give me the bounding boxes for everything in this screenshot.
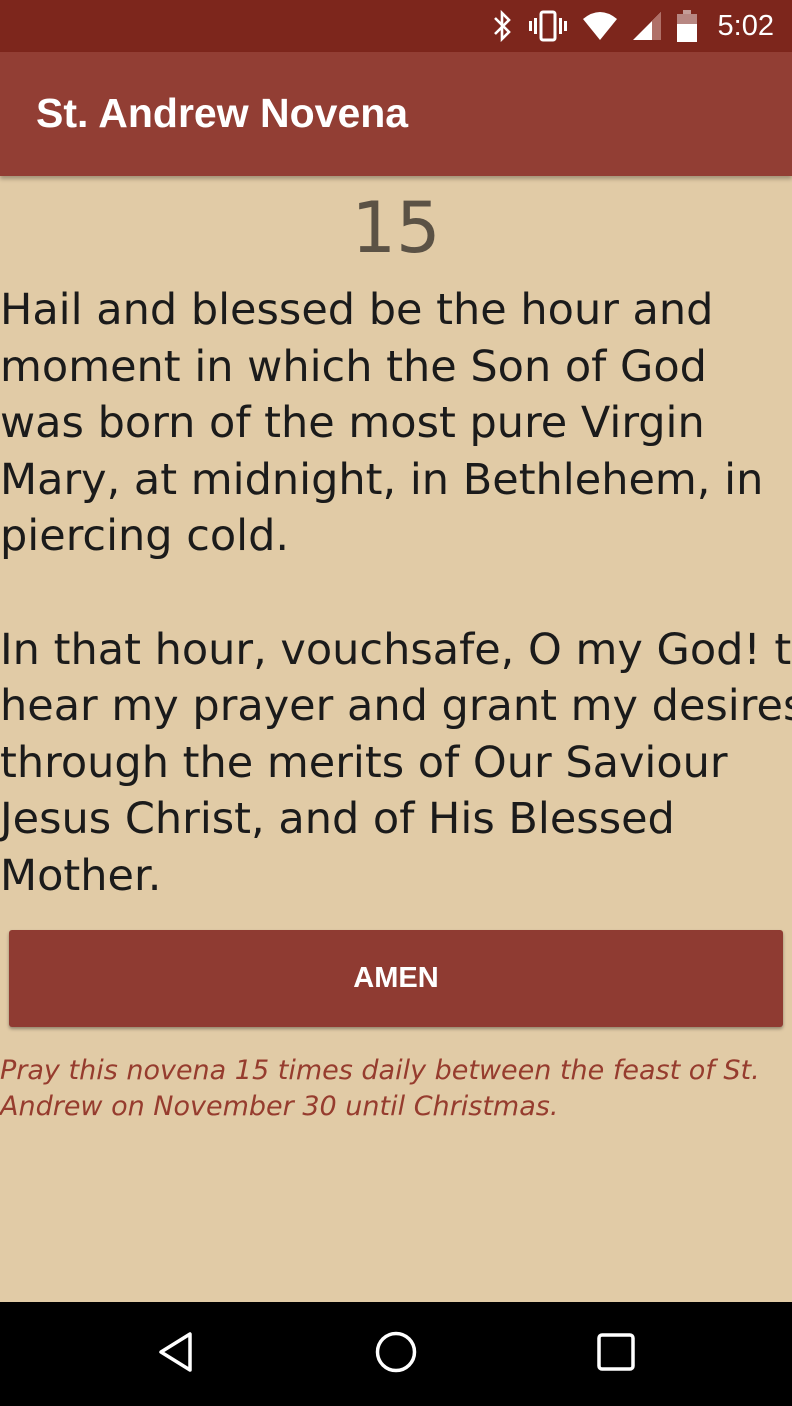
back-icon: [156, 1330, 196, 1378]
app-title: St. Andrew Novena: [36, 90, 409, 136]
novena-instructions: Pray this novena 15 times daily between …: [0, 1053, 792, 1125]
instructions-line: Andrew on November 30 until Christmas.: [0, 1091, 559, 1122]
prayer-line: was born of the most pure Virgin: [0, 398, 705, 449]
home-button[interactable]: [366, 1324, 426, 1384]
navigation-bar: [0, 1302, 792, 1406]
prayer-counter: 15: [351, 187, 441, 269]
prayer-line: through the merits of Our Saviour: [0, 737, 728, 788]
recents-button[interactable]: [586, 1324, 646, 1384]
prayer-line: hear my prayer and grant my desires,: [0, 681, 792, 732]
prayer-text: Hail and blessed be the hour and moment …: [0, 282, 792, 905]
instructions-line: Pray this novena 15 times daily between …: [0, 1055, 760, 1086]
status-icons: 5:02: [492, 0, 774, 52]
prayer-line: Hail and blessed be the hour and: [0, 285, 714, 335]
prayer-line: moment in which the Son of God: [0, 341, 707, 392]
prayer-line: piercing cold.: [0, 511, 290, 562]
amen-button[interactable]: AMEN: [9, 930, 783, 1027]
bluetooth-icon: [492, 9, 514, 43]
prayer-line: Jesus Christ, and of His Blessed: [0, 794, 675, 845]
status-time: 5:02: [717, 9, 774, 42]
wifi-icon: [582, 10, 618, 42]
prayer-line: Mother.: [0, 850, 162, 901]
battery-icon: [676, 9, 698, 43]
app-bar: St. Andrew Novena: [0, 52, 792, 176]
status-bar: 5:02: [0, 0, 792, 52]
prayer-line: In that hour, vouchsafe, O my God! to: [0, 624, 792, 675]
home-icon: [374, 1330, 418, 1378]
back-button[interactable]: [146, 1324, 206, 1384]
cell-signal-icon: [632, 10, 662, 42]
recents-icon: [596, 1332, 636, 1376]
prayer-line: Mary, at midnight, in Bethlehem, in: [0, 454, 764, 505]
vibrate-icon: [528, 9, 568, 43]
